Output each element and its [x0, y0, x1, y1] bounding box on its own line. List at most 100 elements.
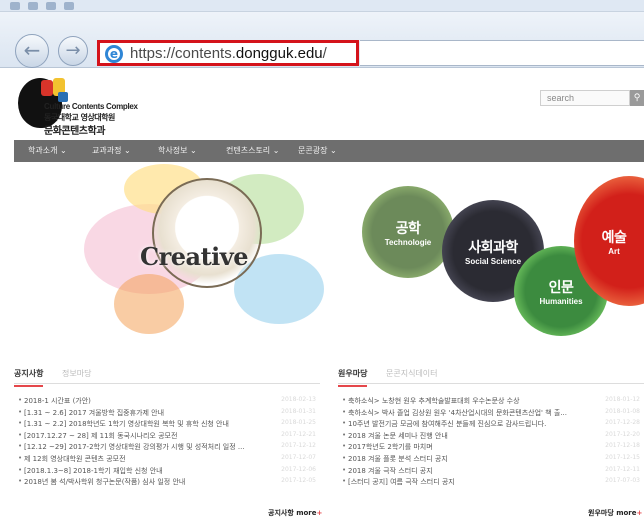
bullet: • [18, 442, 23, 451]
list-item-title[interactable]: [1.31 ~ 2.6] 2017 겨울방학 집중휴가제 안내 [24, 408, 164, 418]
forward-button[interactable]: → [58, 36, 88, 66]
browser-navigation-bar: ← → e https://contents.dongguk.edu/ [0, 12, 644, 68]
notices-more-link[interactable]: 공지사항 more+ [268, 508, 322, 518]
list-item-title[interactable]: 축하소식> 노창현 원우 추계학술발표대회 우수논문상 수상 [348, 396, 520, 406]
list-item[interactable]: • [2018.1.3~8] 2018-1학기 재입학 신청 안내 2017-12-… [14, 466, 320, 478]
save-icon[interactable] [10, 2, 20, 10]
list-item[interactable]: • 2018-1 시간표 (가안) 2018-02-13 [14, 396, 320, 408]
main-navigation: 학과소개 ⌄ 교과과정 ⌄ 학사정보 ⌄ 컨텐츠스토리 ⌄ 문콘광장 ⌄ [14, 140, 644, 162]
search-icon: ⚲ [633, 93, 641, 103]
bullet: • [342, 477, 347, 486]
bullet: • [18, 453, 23, 462]
menu-academic-info[interactable]: 학사정보 ⌄ [158, 140, 197, 162]
list-item-title[interactable]: [스터디 공지] 여름 극작 스터디 공지 [348, 477, 455, 487]
notices-list: • 2018-1 시간표 (가안) 2018-02-13 • [1.31 ~ 2.6]… [14, 396, 320, 489]
search-input[interactable]: search [540, 90, 630, 106]
list-item-title[interactable]: 2018 겨울 플롯 분석 스터디 공지 [348, 454, 448, 464]
list-item-title[interactable]: 10주년 발전기금 모금에 참여해주신 분들께 진심으로 감사드립니다. [348, 419, 546, 429]
url-suffix: / [322, 45, 327, 62]
circle-humanities-en: Humanities [539, 296, 583, 306]
list-item[interactable]: • [1.31 ~ 2.2] 2018학년도 1학기 영상대학원 복학 및 휴학 … [14, 419, 320, 431]
address-bar-extension[interactable] [360, 40, 644, 66]
menu-curriculum[interactable]: 교과과정 ⌄ [92, 140, 131, 162]
list-item-title[interactable]: 2018-1 시간표 (가안) [24, 396, 91, 406]
list-item-title[interactable]: 2018 겨울 논문 세미나 진행 안내 [348, 431, 448, 441]
list-item-title[interactable]: [12.12 ~29] 2017-2학기 영상대학원 강의평가 시행 및 성적처… [24, 442, 245, 452]
tab-notices[interactable]: 공지사항 [14, 368, 44, 387]
arrow-right-icon: → [65, 40, 81, 61]
address-url[interactable]: https://contents.dongguk.edu/ [130, 45, 327, 62]
bullet: • [18, 477, 23, 486]
logo-red-block [41, 80, 53, 96]
tab-community[interactable]: 원우마당 [338, 368, 368, 387]
list-item[interactable]: • 축하소식> 박사 졸업 김상원 원우 '4차산업시대의 문화콘텐츠산업' 책 … [338, 408, 644, 420]
bullet: • [342, 419, 347, 428]
search-button[interactable]: ⚲ [630, 90, 644, 106]
circle-art-en: Art [608, 246, 620, 256]
list-item[interactable]: • [2017.12.27 ~ 28] 제 11회 동국시나리오 공모전 2017-… [14, 431, 320, 443]
circle-social-science-en: Social Science [464, 256, 522, 266]
tab-info[interactable]: 정보마당 [62, 368, 91, 379]
undo-icon[interactable] [28, 2, 38, 10]
list-item-date: 2017-12-28 [605, 419, 640, 427]
list-item-date: 2017-12-21 [281, 430, 316, 438]
list-item-title[interactable]: 축하소식> 박사 졸업 김상원 원우 '4차산업시대의 문화콘텐츠산업' 책 출… [348, 408, 567, 418]
list-item[interactable]: • [스터디 공지] 여름 극작 스터디 공지 2017-07-03 [338, 477, 644, 489]
arrow-left-icon: ← [23, 38, 41, 62]
notices-tabs: 공지사항 정보마당 [14, 364, 320, 387]
list-item-title[interactable]: 2017학년도 2학기를 마치며 [348, 442, 433, 452]
menu-department-intro[interactable]: 학과소개 ⌄ [28, 140, 67, 162]
list-item-date: 2018-01-12 [605, 396, 640, 403]
bullet: • [18, 419, 23, 428]
list-item[interactable]: • 축하소식> 노창현 원우 추계학술발표대회 우수논문상 수상 2018-01-1… [338, 396, 644, 408]
list-item-date: 2017-12-05 [281, 477, 316, 485]
back-button[interactable]: ← [15, 34, 49, 68]
community-more-link[interactable]: 원우마당 more+ [588, 508, 642, 518]
list-item[interactable]: • 2018 겨울 플롯 분석 스터디 공지 2017-12-15 [338, 454, 644, 466]
circle-technology-en: Technologie [384, 237, 432, 247]
light-bulb-illustration [152, 178, 262, 288]
list-item[interactable]: • 2018년 봄 석/박사학위 청구논문(작품) 심사 일정 안내 2017-12… [14, 477, 320, 489]
list-item-title[interactable]: 제 12회 영상대학원 콘텐츠 공모전 [24, 454, 126, 464]
circle-social-science-ko: 사회과학 [468, 239, 518, 256]
internet-explorer-icon: e [105, 45, 123, 63]
list-item-title[interactable]: 2018 겨울 극작 스터디 공지 [348, 466, 433, 476]
list-item[interactable]: • 10주년 발전기금 모금에 참여해주신 분들께 진심으로 감사드립니다. 201… [338, 419, 644, 431]
list-item[interactable]: • 2018 겨울 논문 세미나 진행 안내 2017-12-20 [338, 431, 644, 443]
redo-icon[interactable] [46, 2, 56, 10]
bullet: • [342, 430, 347, 439]
list-item-date: 2018-01-25 [281, 419, 316, 427]
list-item-date: 2017-12-11 [605, 465, 640, 473]
list-item[interactable]: • 2017학년도 2학기를 마치며 2017-12-18 [338, 442, 644, 454]
logo-english-text: Culture Contents Complex [44, 102, 138, 111]
menu-contents-story[interactable]: 컨텐츠스토리 ⌄ [226, 140, 279, 162]
list-item-title[interactable]: [2018.1.3~8] 2018-1학기 재입학 신청 안내 [24, 466, 163, 476]
address-bar[interactable]: e https://contents.dongguk.edu/ [97, 40, 359, 66]
menu-plaza[interactable]: 문콘광장 ⌄ [298, 140, 337, 162]
circle-humanities-ko: 인문 [548, 279, 574, 296]
list-item-date: 2018-01-08 [605, 407, 640, 415]
hero-banner[interactable]: Creative 공학 Technologie 사회과학 Social Scie… [14, 164, 644, 342]
circle-technology-ko: 공학 [395, 220, 421, 237]
community-list: • 축하소식> 노창현 원우 추계학술발표대회 우수논문상 수상 2018-01-1… [338, 396, 644, 489]
paint-splash-orange [114, 274, 184, 334]
url-prefix: https://contents. [130, 45, 236, 62]
toolbar-dropdown-icon[interactable] [64, 2, 74, 10]
logo-blue-block [58, 92, 68, 102]
bullet: • [18, 396, 23, 404]
list-item[interactable]: • [12.12 ~29] 2017-2학기 영상대학원 강의평가 시행 및 성적… [14, 442, 320, 454]
list-item-title[interactable]: 2018년 봄 석/박사학위 청구논문(작품) 심사 일정 안내 [24, 477, 185, 487]
bullet: • [18, 430, 23, 439]
list-item[interactable]: • 2018 겨울 극작 스터디 공지 2017-12-11 [338, 466, 644, 478]
bullet: • [342, 465, 347, 474]
list-item[interactable]: • 제 12회 영상대학원 콘텐츠 공모전 2017-12-07 [14, 454, 320, 466]
list-item-title[interactable]: [2017.12.27 ~ 28] 제 11회 동국시나리오 공모전 [24, 431, 177, 441]
list-item-date: 2017-12-15 [605, 453, 640, 461]
list-item-title[interactable]: [1.31 ~ 2.2] 2018학년도 1학기 영상대학원 복학 및 휴학 신… [24, 419, 229, 429]
plus-icon: + [316, 509, 323, 517]
list-item-date: 2017-12-12 [281, 442, 316, 450]
plus-icon: + [636, 509, 643, 517]
site-logo[interactable]: Culture Contents Complex 동국대학교 영상대학원 문화콘… [18, 78, 138, 138]
list-item[interactable]: • [1.31 ~ 2.6] 2017 겨울방학 집중휴가제 안내 2018-01-… [14, 408, 320, 420]
tab-knowledge-data[interactable]: 문콘지식데이터 [386, 368, 438, 379]
